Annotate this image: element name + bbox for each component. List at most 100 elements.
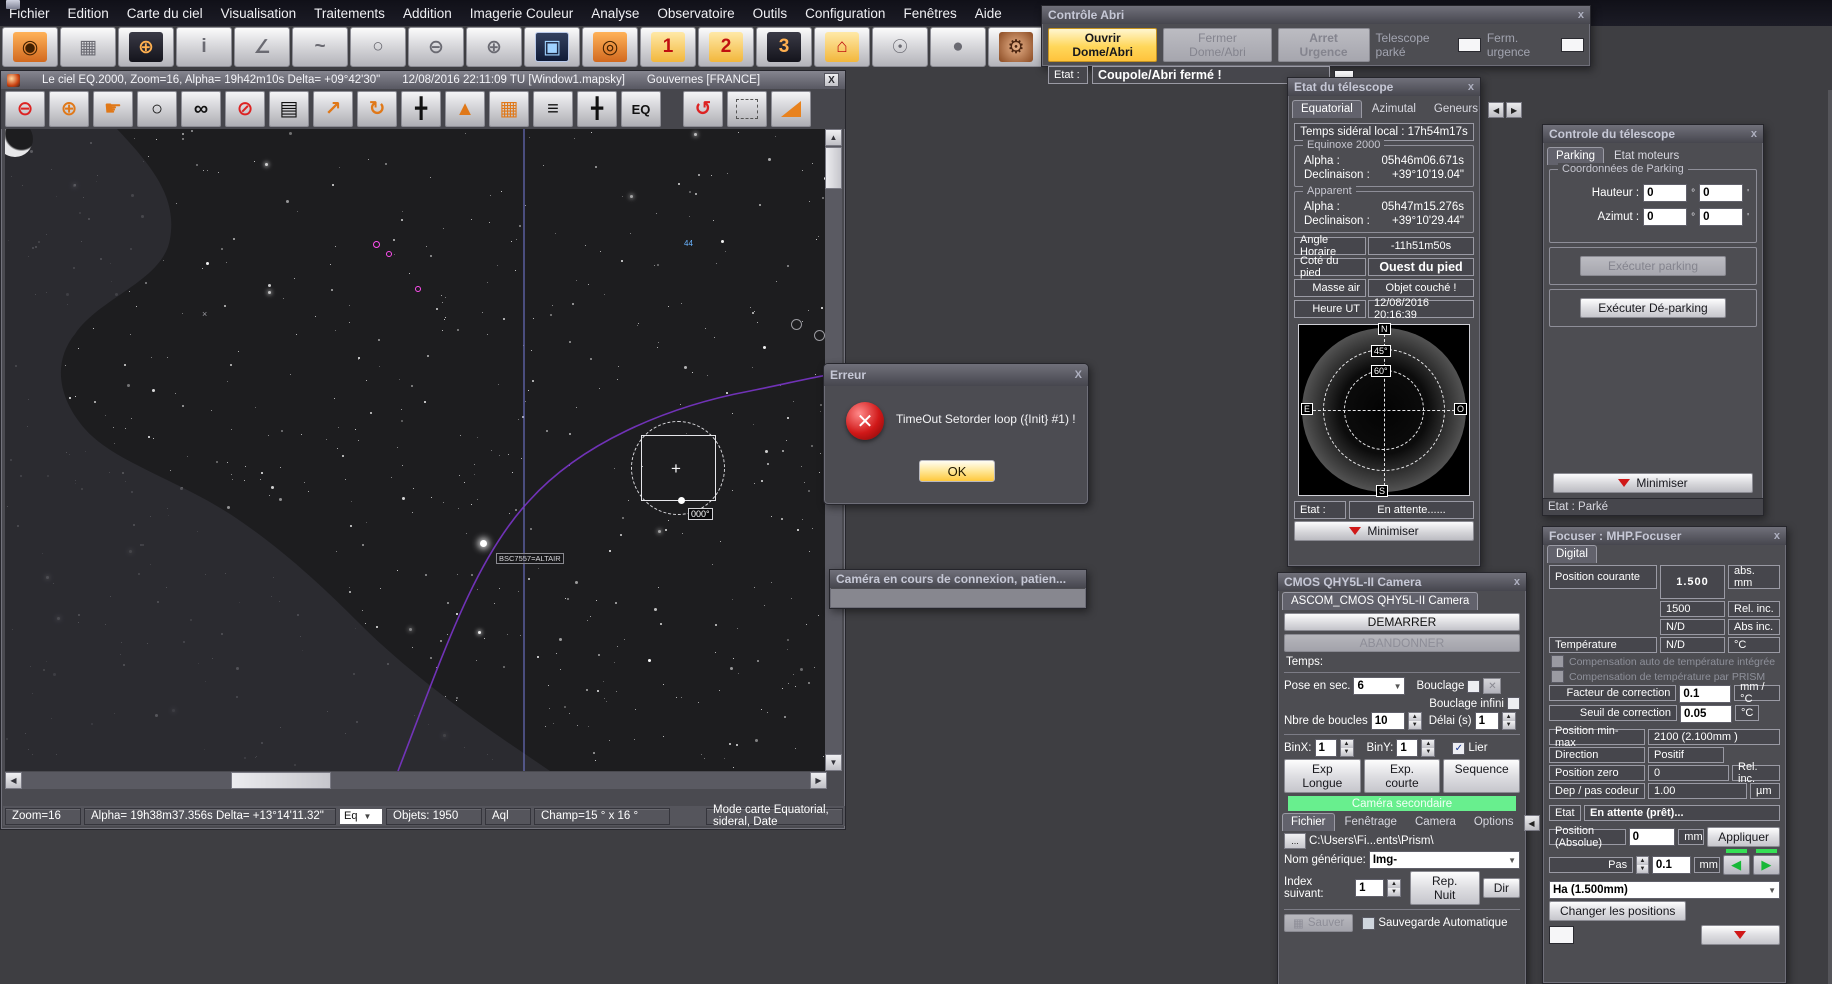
appliquer-button[interactable]: Appliquer (1707, 827, 1780, 847)
bouclage-checkbox[interactable] (1467, 680, 1480, 693)
close-icon[interactable]: x (1468, 81, 1474, 93)
nom-generique-select[interactable]: Img-▼ (1369, 851, 1520, 869)
delai-stepper[interactable]: ▲▼ (1502, 712, 1516, 730)
menu-outils[interactable]: Outils (744, 2, 797, 26)
chevron-right-icon[interactable]: ▶ (1506, 102, 1522, 118)
cmos-titlebar[interactable]: CMOS QHY5L-II Camera x (1278, 573, 1526, 591)
map-toolbar-button-center-crosshair-2[interactable]: ╋ (577, 91, 617, 127)
map-toolbar-button-select-region[interactable] (727, 91, 767, 127)
biny-field[interactable]: 1 (1396, 739, 1418, 757)
menu-configuration[interactable]: Configuration (796, 2, 894, 26)
close-icon[interactable]: x (1751, 128, 1757, 140)
hauteur-min-field[interactable]: 0 (1699, 184, 1743, 202)
close-icon[interactable]: x (1514, 576, 1520, 588)
close-icon[interactable]: x (1578, 9, 1584, 21)
tab-camera[interactable]: Camera (1407, 814, 1464, 831)
sky-map-titlebar[interactable]: Le ciel EQ.2000, Zoom=16, Alpha= 19h42m1… (1, 71, 845, 89)
focuser-minimize-button[interactable] (1701, 925, 1780, 945)
chevron-left-icon[interactable]: ◀ (1524, 815, 1540, 831)
map-toolbar-button-rotate-field[interactable]: ↻ (357, 91, 397, 127)
tab-digital[interactable]: Digital (1547, 545, 1597, 563)
toolbar-button-observatory-dome[interactable]: ⌂ (814, 27, 870, 67)
move-in-button[interactable]: ◀ (1723, 855, 1750, 875)
pose-select[interactable]: 6▼ (1353, 677, 1405, 695)
toolbar-button-galaxy-shell[interactable]: ◎ (582, 27, 638, 67)
map-toolbar-button-night-mode[interactable]: ▲ (445, 91, 485, 127)
tab-fichier[interactable]: Fichier (1282, 813, 1335, 831)
map-toolbar-button-celestial-sphere[interactable]: ○ (137, 91, 177, 127)
star-altair[interactable] (480, 540, 487, 547)
minimize-button[interactable]: Minimiser (1553, 473, 1753, 493)
h-scroll-thumb[interactable] (231, 772, 331, 789)
map-toolbar-button-goto-slew[interactable]: ↗ (313, 91, 353, 127)
toolbar-button-ellipse[interactable]: ○ (350, 27, 406, 67)
menu-addition[interactable]: Addition (394, 2, 461, 26)
telescope-control-titlebar[interactable]: Controle du télescope x (1543, 125, 1763, 143)
menu-analyse[interactable]: Analyse (582, 2, 648, 26)
menu-imagerie-couleur[interactable]: Imagerie Couleur (461, 2, 583, 26)
menu-observatoire[interactable]: Observatoire (648, 2, 743, 26)
open-dome-button[interactable]: Ouvrir Dome/Abri (1048, 28, 1157, 62)
sauvegarde-auto-checkbox[interactable] (1362, 917, 1375, 930)
close-icon[interactable]: x (1774, 530, 1780, 542)
error-dialog-titlebar[interactable]: Erreur X (824, 364, 1088, 386)
toolbar-button-screen-capture[interactable]: ▣ (524, 27, 580, 67)
delai-field[interactable]: 1 (1475, 712, 1499, 730)
hauteur-deg-field[interactable]: 0 (1643, 184, 1687, 202)
toolbar-button-ellipse-plus[interactable]: ⊕ (466, 27, 522, 67)
azimut-deg-field[interactable]: 0 (1643, 208, 1687, 226)
lier-checkbox[interactable]: ✓ (1452, 742, 1465, 755)
binx-stepper[interactable]: ▲▼ (1340, 739, 1354, 757)
biny-stepper[interactable]: ▲▼ (1421, 739, 1435, 757)
scroll-up-icon[interactable]: ▲ (825, 129, 842, 146)
toolbar-button-image-zoom[interactable]: ⊕ (118, 27, 174, 67)
toolbar-button-camera-orange[interactable]: ◉ (2, 27, 58, 67)
toolbar-button-camera-3[interactable]: 3 (756, 27, 812, 67)
move-out-button[interactable]: ▶ (1753, 855, 1780, 875)
sky-map-canvas[interactable]: + 000° BSC7557=ALTAIR 44 × (5, 129, 827, 771)
pas-field[interactable]: 0.1 (1652, 856, 1691, 874)
map-toolbar-button-eq-az-switch[interactable]: EQ (621, 91, 661, 127)
map-toolbar-button-measure-angle[interactable] (771, 91, 811, 127)
close-icon[interactable]: X (824, 73, 839, 87)
toolbar-button-camera-2[interactable]: 2 (698, 27, 754, 67)
horizontal-scrollbar[interactable]: ◀ ▶ (5, 772, 827, 789)
dir-button[interactable]: Dir (1483, 878, 1520, 898)
menu-fen-tres[interactable]: Fenêtres (894, 2, 965, 26)
menu-aide[interactable]: Aide (966, 2, 1011, 26)
map-toolbar-button-pan-hand[interactable]: ☛ (93, 91, 133, 127)
execute-deparking-button[interactable]: Exécuter Dé-parking (1580, 298, 1726, 318)
facteur-field[interactable]: 0.1 (1679, 685, 1731, 703)
tab-ascom-cmos[interactable]: ASCOM_CMOS QHY5L-II Camera (1282, 592, 1478, 610)
map-toolbar-button-ephemeris-table[interactable]: ▦ (489, 91, 529, 127)
map-toolbar-button-zoom-out[interactable]: ⊖ (5, 91, 45, 127)
close-icon[interactable]: X (1075, 369, 1082, 381)
toolbar-button-wrench-copper[interactable]: ⚙ (988, 27, 1044, 67)
toolbar-button-bulb[interactable]: ☉ (872, 27, 928, 67)
toolbar-button-save-floppy[interactable]: ▦ (60, 27, 116, 67)
exp-longue-button[interactable]: Exp Longue (1284, 759, 1361, 793)
tab-equatorial[interactable]: Equatorial (1292, 100, 1362, 118)
nbre-boucles-stepper[interactable]: ▲▼ (1408, 712, 1422, 730)
browse-button[interactable]: ... (1284, 833, 1306, 849)
scroll-down-icon[interactable]: ▼ (825, 754, 842, 771)
binx-field[interactable]: 1 (1315, 739, 1337, 757)
tab-geneurs[interactable]: Geneurs (1426, 101, 1486, 118)
ctrl-abri-titlebar[interactable]: Contrôle Abri x (1042, 6, 1590, 24)
map-toolbar-button-zoom-in[interactable]: ⊕ (49, 91, 89, 127)
changer-positions-button[interactable]: Changer les positions (1549, 901, 1686, 921)
index-field[interactable]: 1 (1355, 879, 1384, 897)
preset-select[interactable]: Ha (1.500mm)▼ (1549, 881, 1780, 899)
tab-options[interactable]: Options (1466, 814, 1522, 831)
status-frame-select[interactable]: Eq▼ (339, 808, 383, 825)
position-absolue-field[interactable]: 0 (1629, 828, 1676, 846)
menu-traitements[interactable]: Traitements (305, 2, 394, 26)
pas-stepper[interactable]: ▲▼ (1636, 856, 1649, 874)
chevron-left-icon[interactable]: ◀ (1488, 102, 1504, 118)
azimut-min-field[interactable]: 0 (1699, 208, 1743, 226)
toolbar-button-curve-tool-b[interactable]: ~ (292, 27, 348, 67)
scroll-left-icon[interactable]: ◀ (5, 772, 22, 789)
map-toolbar-button-print[interactable]: ▤ (269, 91, 309, 127)
sequence-button[interactable]: Sequence (1443, 759, 1520, 793)
toolbar-button-ellipse-minus[interactable]: ⊖ (408, 27, 464, 67)
